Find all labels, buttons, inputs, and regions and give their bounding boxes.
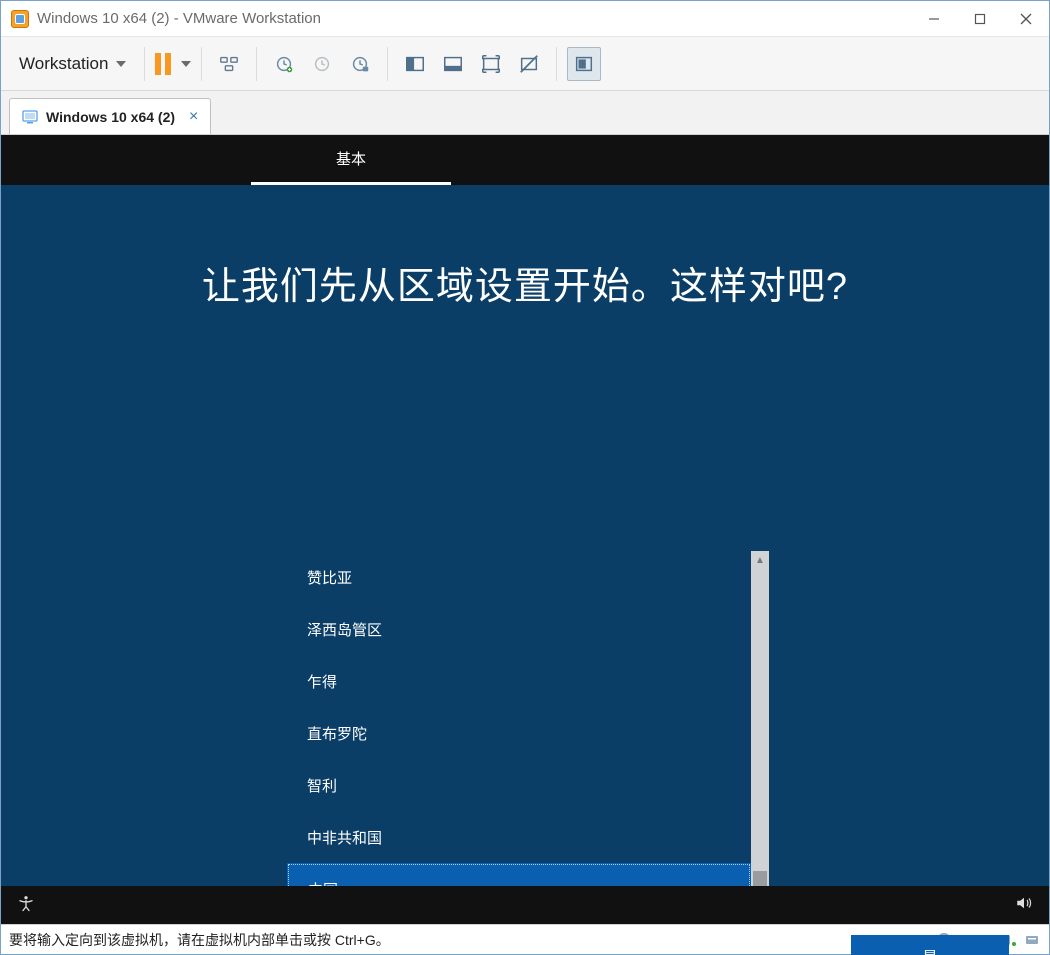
window-controls [911,1,1049,37]
region-item[interactable]: 乍得 [287,655,751,707]
scrollbar[interactable]: ▲ ▼ [751,551,769,909]
fullscreen-button[interactable] [474,47,508,81]
snapshot-take-button[interactable] [267,47,301,81]
pause-button[interactable] [155,53,191,75]
console-view-button[interactable] [436,47,470,81]
region-label: 乍得 [307,671,337,692]
toolbar: Workstation [1,37,1049,91]
workstation-menu-label: Workstation [19,54,108,74]
region-item[interactable]: 智利 [287,759,751,811]
pause-icon [155,53,171,75]
app-icon [11,10,29,28]
send-ctrl-alt-del-button[interactable] [212,47,246,81]
chevron-down-icon [116,61,126,67]
vm-tab[interactable]: Windows 10 x64 (2) × [9,98,211,134]
window-title: Windows 10 x64 (2) - VMware Workstation [37,10,911,27]
region-listbox[interactable]: 赞比亚 泽西岛管区 乍得 直布罗陀 智利 中非共和国 中国 ▲ ▼ [287,551,769,909]
volume-icon [1015,894,1033,912]
region-item[interactable]: 泽西岛管区 [287,603,751,655]
oobe-heading: 让我们先从区域设置开始。这样对吧? [1,255,1049,310]
drive-icon[interactable] [1023,931,1041,949]
region-label: 中非共和国 [307,827,382,848]
separator [201,47,202,81]
region-label: 赞比亚 [307,567,352,588]
separator [256,47,257,81]
oobe-tab-basic[interactable]: 基本 [251,135,451,185]
thumbnail-toggle-button[interactable] [567,47,601,81]
scroll-up-button[interactable]: ▲ [751,551,769,569]
volume-button[interactable] [1015,894,1033,917]
status-hint: 要将输入定向到该虚拟机，请在虚拟机内部单击或按 Ctrl+G。 [9,930,390,950]
region-label: 泽西岛管区 [307,619,382,640]
fit-guest-button[interactable] [398,47,432,81]
titlebar: Windows 10 x64 (2) - VMware Workstation [1,1,1049,37]
vm-tab-label: Windows 10 x64 (2) [46,109,175,125]
region-item[interactable]: 赞比亚 [287,551,751,603]
snapshot-revert-button[interactable] [305,47,339,81]
unity-mode-button[interactable] [512,47,546,81]
tab-close-button[interactable]: × [189,108,198,126]
vmware-window: Windows 10 x64 (2) - VMware Workstation … [0,0,1050,955]
confirm-button-label: 是 [922,946,937,955]
oobe-bottom-bar [1,886,1049,924]
region-label: 直布罗陀 [307,723,367,744]
minimize-button[interactable] [911,1,957,37]
separator [387,47,388,81]
tabstrip: Windows 10 x64 (2) × [1,91,1049,135]
close-button[interactable] [1003,1,1049,37]
oobe-top-bar: 基本 [1,135,1049,185]
snapshot-manager-button[interactable] [343,47,377,81]
guest-screen[interactable]: 基本 让我们先从区域设置开始。这样对吧? 赞比亚 泽西岛管区 乍得 直布罗陀 智… [1,135,1049,924]
accessibility-icon [17,894,35,912]
confirm-button[interactable]: 是 [851,935,1009,955]
heading-zone: 让我们先从区域设置开始。这样对吧? [1,185,1049,310]
oobe-tab-basic-label: 基本 [336,148,366,169]
region-items: 赞比亚 泽西岛管区 乍得 直布罗陀 智利 中非共和国 中国 [287,551,751,909]
separator [144,47,145,81]
region-label: 智利 [307,775,337,796]
region-item[interactable]: 中非共和国 [287,811,751,863]
maximize-button[interactable] [957,1,1003,37]
vm-icon [22,109,38,125]
chevron-down-icon [181,61,191,67]
region-item[interactable]: 直布罗陀 [287,707,751,759]
workstation-menu[interactable]: Workstation [11,48,134,80]
separator [556,47,557,81]
ease-of-access-button[interactable] [17,894,35,917]
